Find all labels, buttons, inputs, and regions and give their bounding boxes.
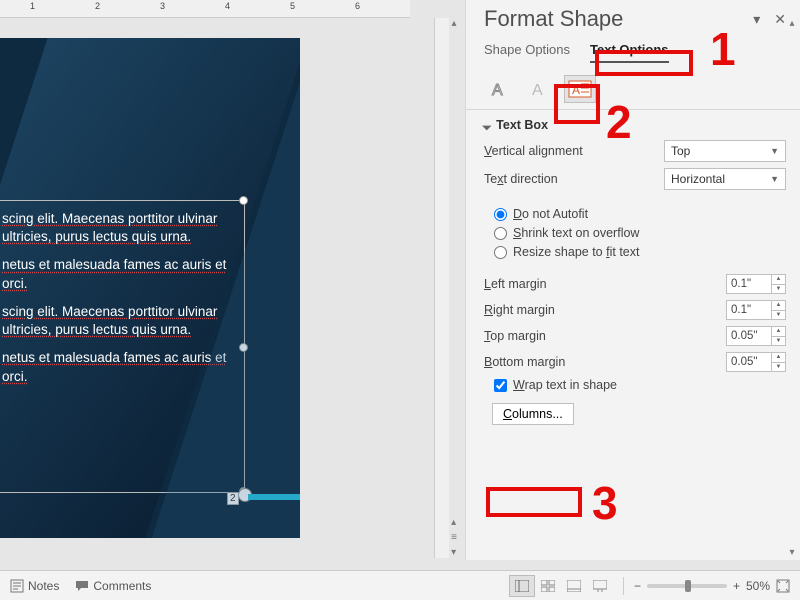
spin-up-icon[interactable]: ▲ — [771, 327, 785, 337]
zoom-in-button[interactable]: + — [733, 579, 740, 593]
scroll-stack-icon[interactable]: ≡ — [451, 532, 457, 543]
text-line: scing elit. Maecenas porttitor ulvinar u… — [2, 304, 217, 337]
spin-down-icon[interactable]: ▼ — [771, 311, 785, 320]
spin-down-icon[interactable]: ▼ — [771, 337, 785, 346]
text-box[interactable]: scing elit. Maecenas porttitor ulvinar u… — [0, 206, 242, 400]
slide[interactable]: scing elit. Maecenas porttitor ulvinar u… — [0, 38, 300, 538]
tab-text-options[interactable]: Text Options — [590, 42, 668, 63]
rotate-label: 2 — [227, 492, 239, 505]
scroll-up-icon[interactable]: ▴ — [451, 18, 456, 29]
left-margin-label: Left marginLeft margin — [484, 277, 547, 291]
wrap-text-checkbox[interactable] — [494, 379, 507, 392]
chevron-down-icon: ▼ — [770, 174, 779, 184]
ruler-vertical — [434, 18, 449, 558]
text-line: scing elit. Maecenas porttitor ulvinar u… — [2, 211, 217, 244]
resize-handle[interactable] — [239, 196, 248, 205]
spin-down-icon[interactable]: ▼ — [771, 363, 785, 372]
svg-text:A: A — [572, 83, 580, 97]
text-effects-icon[interactable]: A — [524, 75, 556, 103]
comments-icon — [75, 579, 89, 593]
svg-text:A: A — [492, 82, 503, 99]
ruler-mark: 4 — [225, 1, 230, 11]
view-sorter-icon[interactable] — [535, 575, 561, 597]
resize-handle[interactable] — [239, 343, 248, 352]
radio-shrink-text[interactable] — [494, 227, 507, 240]
valign-label: VVertical alignmentertical alignment — [484, 144, 583, 158]
text-direction-combobox[interactable]: Horizontal▼ — [664, 168, 786, 190]
selection-edge — [0, 492, 244, 493]
section-text-box[interactable]: Text Box — [484, 118, 786, 132]
left-margin-input[interactable]: 0.1"▲▼ — [726, 274, 786, 294]
text-direction-label: Text directionText direction — [484, 172, 558, 186]
view-slideshow-icon[interactable] — [587, 575, 613, 597]
notes-icon — [10, 579, 24, 593]
spin-down-icon[interactable]: ▼ — [771, 285, 785, 294]
scroll-down-icon[interactable]: ▾ — [789, 547, 794, 558]
scroll-up-icon[interactable]: ▴ — [451, 517, 457, 528]
scroll-up-icon[interactable]: ▴ — [789, 18, 794, 29]
rotate-handle[interactable] — [238, 488, 252, 502]
chevron-down-icon: ▼ — [770, 146, 779, 156]
ruler-mark: 6 — [355, 1, 360, 11]
spin-up-icon[interactable]: ▲ — [771, 353, 785, 363]
textbox-icon[interactable]: A — [564, 75, 596, 103]
resize-handle[interactable] — [239, 487, 248, 496]
text-fill-outline-icon[interactable]: A — [484, 75, 516, 103]
view-reading-icon[interactable] — [561, 575, 587, 597]
right-margin-label: Right marginRight margin — [484, 303, 555, 317]
fit-to-window-icon[interactable] — [776, 579, 790, 593]
format-shape-pane: Format Shape ▾ ✕ Shape Options Text Opti… — [465, 0, 800, 560]
columns-button[interactable]: Columns...Columns... — [492, 403, 574, 425]
top-margin-label: Top marginTop margin — [484, 329, 546, 343]
ruler-mark: 3 — [160, 1, 165, 11]
zoom-thumb[interactable] — [685, 580, 691, 592]
radio-do-not-autofit[interactable] — [494, 208, 507, 221]
pane-title: Format Shape — [484, 6, 623, 32]
ruler-horizontal: 1 2 3 4 5 6 — [0, 0, 410, 18]
spin-up-icon[interactable]: ▲ — [771, 275, 785, 285]
text-line: netus et malesuada fames ac auris et orc… — [2, 257, 226, 290]
slide-canvas: 1 2 3 4 5 6 scing elit. Maecenas porttit… — [0, 0, 450, 560]
spin-up-icon[interactable]: ▲ — [771, 301, 785, 311]
ruler-mark: 5 — [290, 1, 295, 11]
status-bar: Notes Comments − + 50% — [0, 570, 800, 600]
zoom-out-button[interactable]: − — [634, 579, 641, 593]
top-margin-input[interactable]: 0.05"▲▼ — [726, 326, 786, 346]
selection-edge — [0, 200, 244, 201]
text-line: netus et malesuada fames ac auris et orc… — [2, 350, 226, 383]
ruler-mark: 2 — [95, 1, 100, 11]
radio-resize-shape[interactable] — [494, 246, 507, 259]
notes-button[interactable]: Notes — [10, 579, 59, 593]
zoom-percent[interactable]: 50% — [746, 579, 770, 593]
view-normal-icon[interactable] — [509, 575, 535, 597]
pane-scroll-indicators: ▴ ▴ ≡ ▾ — [448, 18, 460, 558]
bottom-margin-label: Bottom marginBottom margin — [484, 355, 565, 369]
comments-button[interactable]: Comments — [75, 579, 151, 593]
bottom-margin-input[interactable]: 0.05"▲▼ — [726, 352, 786, 372]
accent-bar — [248, 494, 300, 500]
selection-edge — [244, 200, 245, 492]
close-icon[interactable]: ✕ — [774, 11, 786, 28]
tab-shape-options[interactable]: Shape Options — [484, 42, 570, 63]
scroll-down-icon[interactable]: ▾ — [451, 547, 457, 558]
svg-text:A: A — [532, 82, 543, 99]
right-margin-input[interactable]: 0.1"▲▼ — [726, 300, 786, 320]
valign-combobox[interactable]: Top▼ — [664, 140, 786, 162]
ruler-mark: 1 — [30, 1, 35, 11]
pane-menu-icon[interactable]: ▾ — [753, 11, 760, 28]
zoom-slider[interactable] — [647, 584, 727, 588]
pane-scroll: ▴ ▾ — [786, 18, 798, 558]
